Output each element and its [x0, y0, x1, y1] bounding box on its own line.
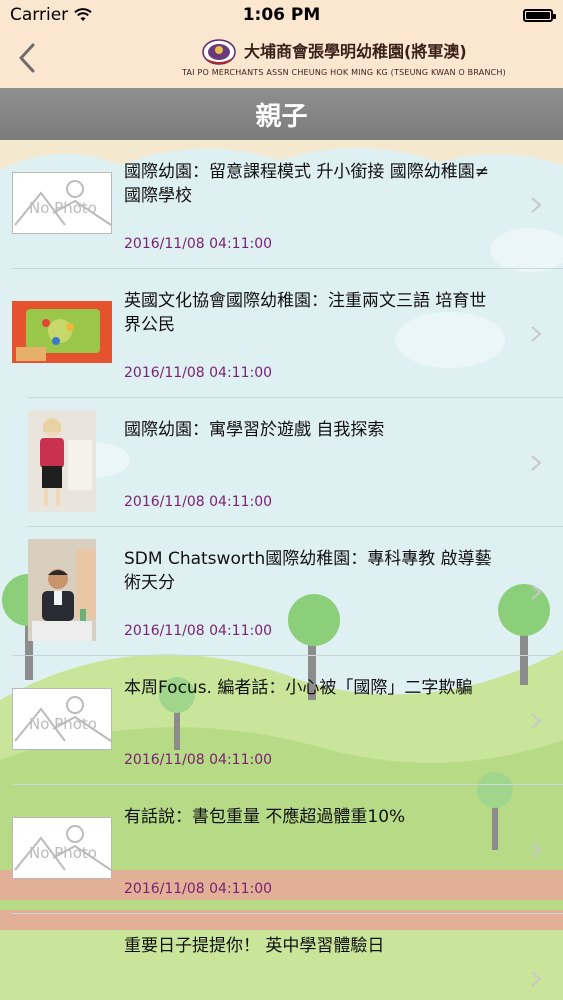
school-name-chinese: 大埔商會張學明幼稚園(將軍澳) — [244, 42, 467, 61]
chevron-right-icon — [531, 971, 542, 987]
wifi-icon — [74, 8, 92, 21]
article-title: 英國文化協會國際幼稚園：注重兩文三語 培育世界公民 — [124, 291, 487, 335]
status-bar: Carrier 1:06 PM — [0, 0, 563, 30]
battery-icon — [523, 8, 556, 22]
chevron-right-icon — [531, 842, 542, 858]
article-date: 2016/11/08 04:11:00 — [124, 752, 273, 768]
list-item[interactable]: No Photo 國際幼園：留意課程模式 升小銜接 國際幼稚園≠國際學校 201… — [0, 140, 563, 269]
chevron-right-icon — [531, 584, 542, 600]
no-photo-icon: No Photo — [14, 825, 112, 871]
navigation-bar: 大埔商會張學明幼稚園(將軍澳) TAI PO MERCHANTS ASSN CH… — [0, 30, 563, 88]
article-title: 重要日子提提你！ 英中學習體驗日 — [124, 936, 385, 956]
no-photo-icon: No Photo — [14, 696, 112, 742]
thumbnail-label: No Photo — [29, 844, 97, 862]
school-logo-banner: 大埔商會張學明幼稚園(將軍澳) TAI PO MERCHANTS ASSN CH… — [178, 36, 506, 82]
list-item[interactable]: No Photo 本周Focus. 編者話：小心被「國際」二字欺騙 2016/1… — [0, 656, 563, 785]
chevron-right-icon — [531, 326, 542, 342]
article-thumbnail-man — [28, 539, 96, 641]
no-photo-thumbnail: No Photo — [12, 817, 112, 879]
list-item[interactable]: 重要日子提提你！ 英中學習體驗日 — [0, 914, 563, 1000]
no-photo-thumbnail: No Photo — [12, 688, 112, 750]
article-thumbnail-toys — [12, 301, 112, 363]
thumbnail-label: No Photo — [29, 199, 97, 217]
article-date: 2016/11/08 04:11:00 — [124, 236, 273, 252]
no-photo-icon: No Photo — [14, 180, 112, 226]
chevron-right-icon — [531, 713, 542, 729]
school-emblem-icon — [202, 39, 236, 65]
article-title: SDM Chatsworth國際幼稚園：專科專教 啟導藝術天分 — [124, 549, 492, 593]
chevron-right-icon — [531, 455, 542, 471]
back-button[interactable] — [12, 40, 42, 76]
article-date: 2016/11/08 04:11:00 — [124, 881, 273, 897]
chevron-left-icon — [19, 43, 35, 73]
article-list: No Photo 國際幼園：留意課程模式 升小銜接 國際幼稚園≠國際學校 201… — [0, 140, 563, 1000]
list-item[interactable]: SDM Chatsworth國際幼稚園：專科專教 啟導藝術天分 2016/11/… — [0, 527, 563, 656]
article-date: 2016/11/08 04:11:00 — [124, 365, 273, 381]
article-title: 國際幼園：寓學習於遊戲 自我探索 — [124, 420, 385, 440]
school-name-english: TAI PO MERCHANTS ASSN CHEUNG HOK MING KG… — [182, 68, 506, 77]
article-date: 2016/11/08 04:11:00 — [124, 623, 273, 639]
article-date: 2016/11/08 04:11:00 — [124, 494, 273, 510]
thumbnail-label: No Photo — [29, 715, 97, 733]
chevron-right-icon — [531, 197, 542, 213]
article-title: 有話說：書包重量 不應超過體重10% — [124, 807, 406, 827]
list-item[interactable]: No Photo 有話說：書包重量 不應超過體重10% 2016/11/08 0… — [0, 785, 563, 914]
article-thumbnail-woman — [28, 410, 96, 512]
article-title: 本周Focus. 編者話：小心被「國際」二字欺騙 — [124, 678, 473, 698]
carrier-group: Carrier — [10, 5, 92, 25]
carrier-label: Carrier — [10, 5, 69, 25]
list-item[interactable]: 國際幼園：寓學習於遊戲 自我探索 2016/11/08 04:11:00 — [0, 398, 563, 527]
page-title: 親子 — [0, 88, 563, 140]
list-item[interactable]: 英國文化協會國際幼稚園：注重兩文三語 培育世界公民 2016/11/08 04:… — [0, 269, 563, 398]
no-photo-thumbnail: No Photo — [12, 172, 112, 234]
article-title: 國際幼園：留意課程模式 升小銜接 國際幼稚園≠國際學校 — [124, 162, 490, 206]
